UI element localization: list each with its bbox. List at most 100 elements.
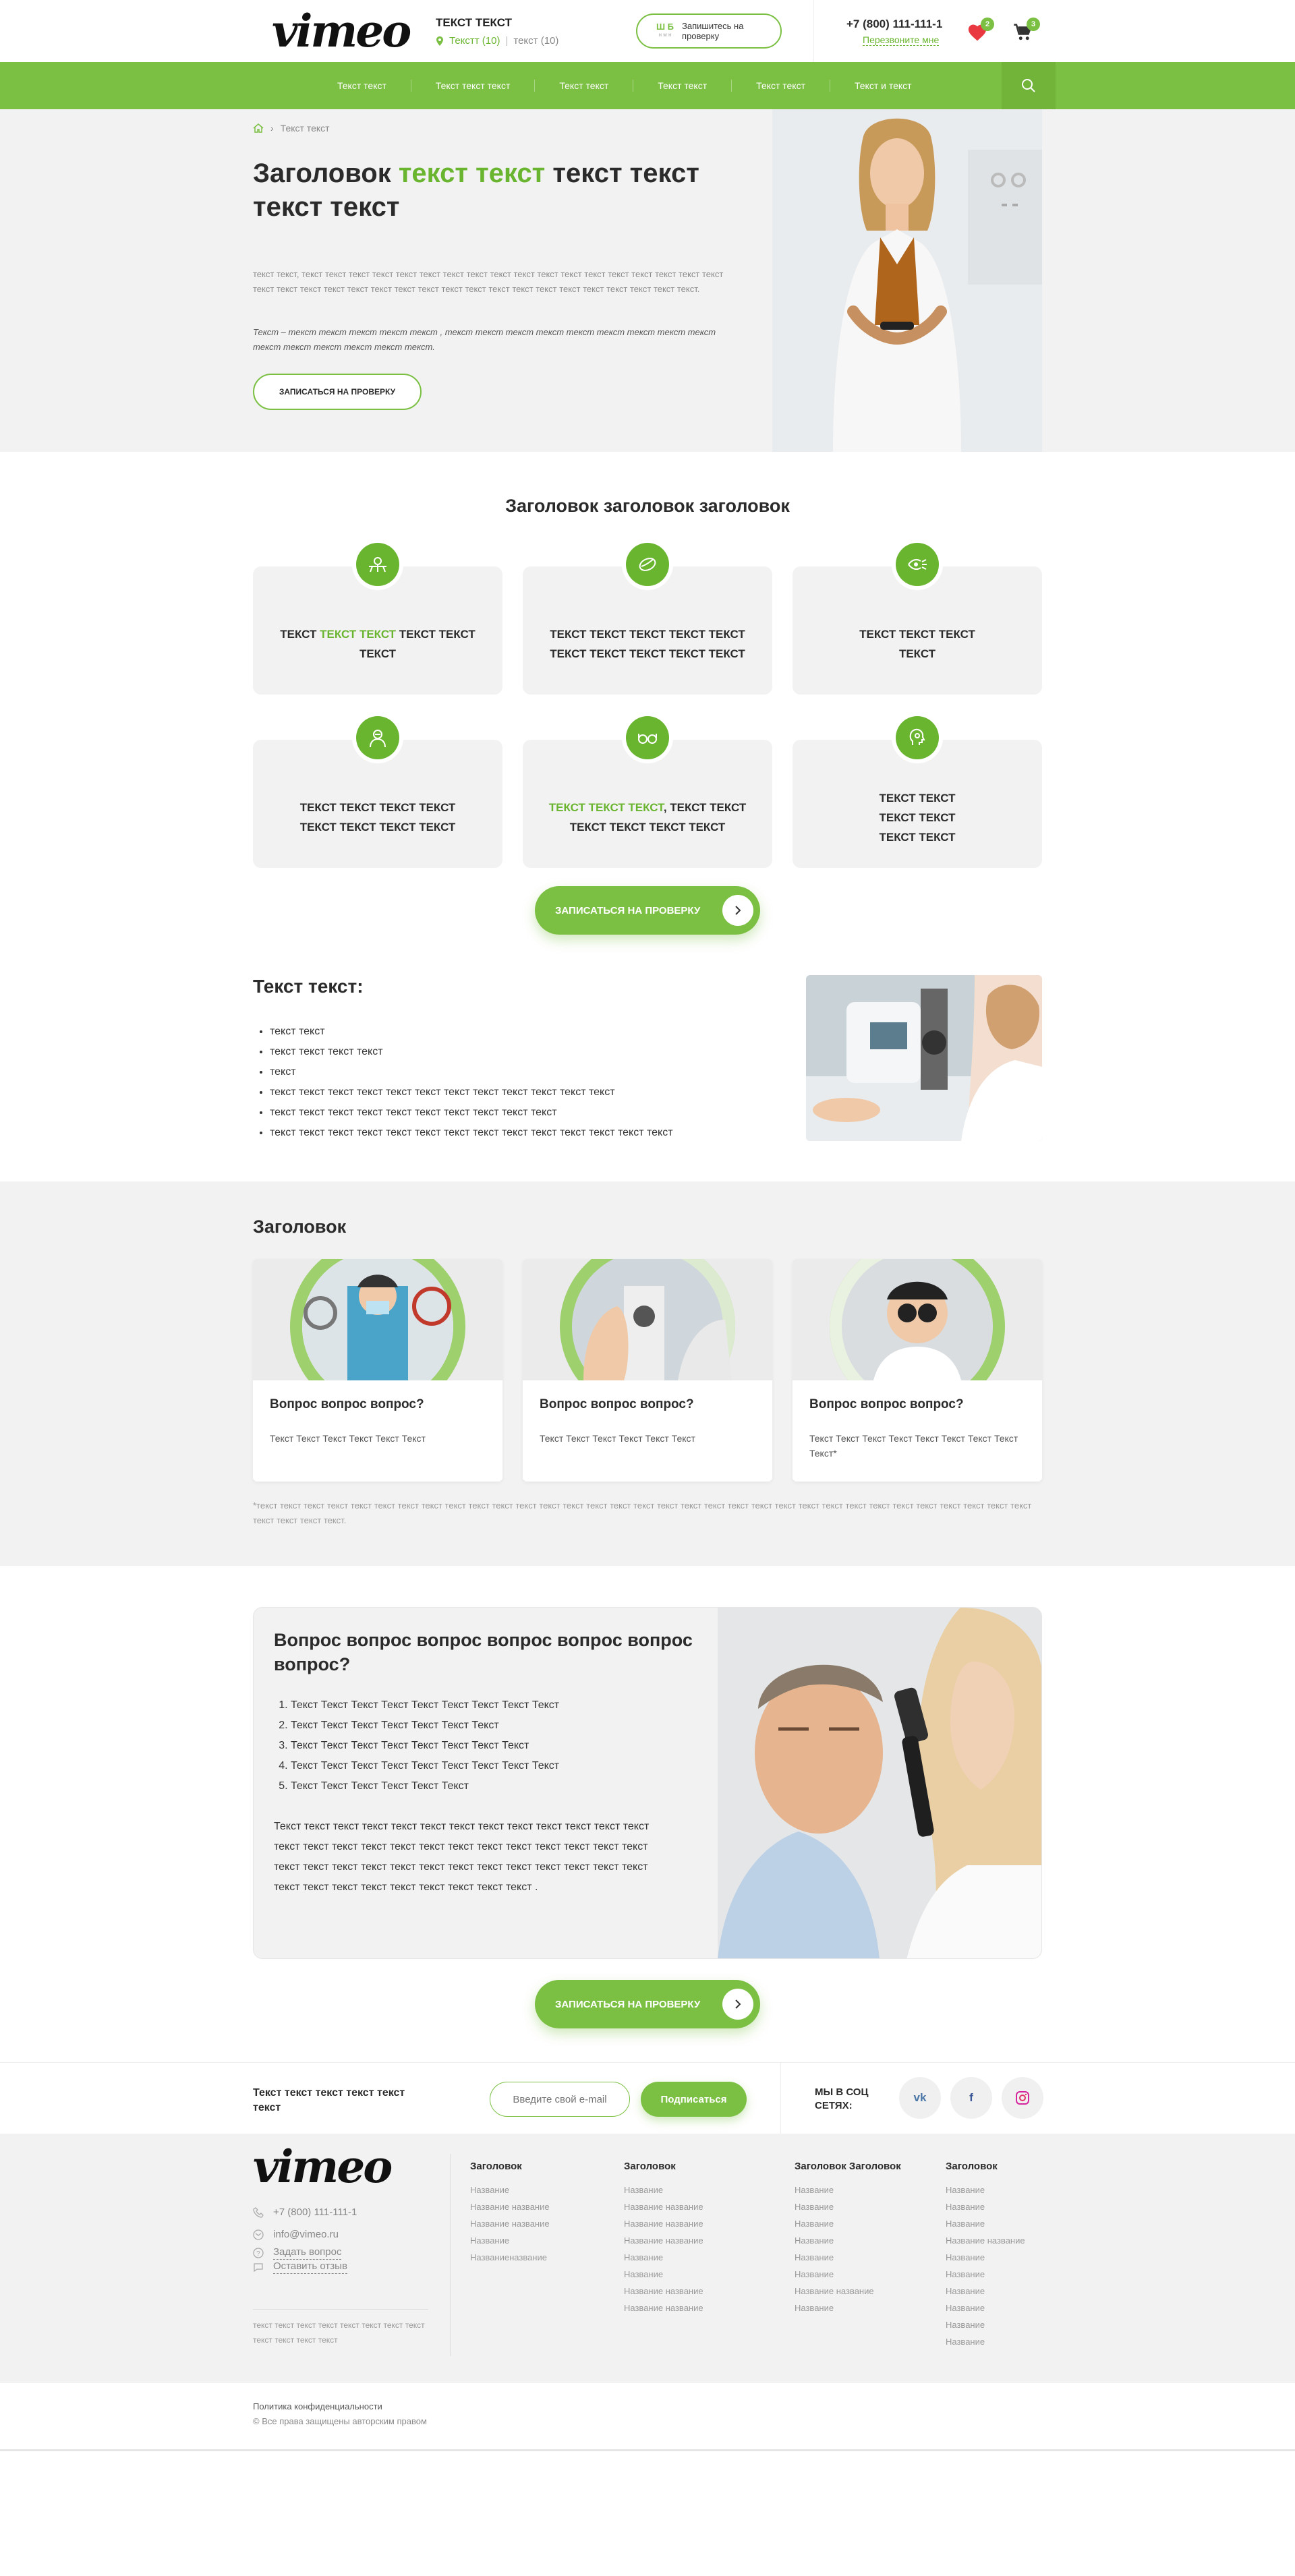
divider (813, 0, 814, 62)
footer-link[interactable]: Название название (795, 2283, 901, 2300)
book-check-button[interactable]: Ш Бн м н Запишитесь на проверку (636, 13, 782, 49)
breadcrumb-separator: › (270, 123, 274, 134)
footer-link[interactable]: Название (795, 2215, 901, 2232)
hero-book-button[interactable]: ЗАПИСАТЬСЯ НА ПРОВЕРКУ (253, 374, 422, 410)
footer-link[interactable]: Название (946, 2215, 1025, 2232)
question-card[interactable]: Вопрос вопрос вопрос? Текст Текст Текст … (253, 1259, 502, 1482)
promo-badge-icon: Ш Бн м н (656, 22, 674, 38)
footer-link[interactable]: Название (946, 2300, 1025, 2316)
questions-title: Заголовок (253, 1217, 347, 1237)
cta-label: ЗАПИСАТЬСЯ НА ПРОВЕРКУ (555, 1998, 701, 2010)
nav-item[interactable]: Текст и текст (830, 80, 936, 92)
location-selector[interactable]: Текстт (10) | текст (10) (436, 35, 558, 47)
search-icon (1022, 79, 1035, 92)
footer-column: Заголовок Название Название Название Наз… (946, 2161, 1025, 2350)
search-button[interactable] (1002, 62, 1056, 109)
nav-item[interactable]: Текст текст (732, 80, 830, 92)
footer-link[interactable]: Название (624, 2249, 703, 2266)
footer-link[interactable]: Название название (624, 2232, 703, 2249)
divider (450, 2154, 451, 2356)
footer-link[interactable]: Название (946, 2198, 1025, 2215)
email-field[interactable] (490, 2082, 630, 2117)
home-icon[interactable] (253, 123, 264, 133)
footer-link[interactable]: Название название (946, 2232, 1025, 2249)
divider (780, 2063, 781, 2134)
hero-section: › Текст текст Заголовок текст текст текс… (0, 109, 1295, 452)
faq-title: Вопрос вопрос вопрос вопрос вопрос вопро… (274, 1630, 693, 1674)
contact-lens-icon (626, 543, 669, 586)
facebook-icon[interactable]: f (950, 2077, 992, 2119)
footer-link[interactable]: Название (624, 2266, 703, 2283)
cart-count: 3 (1027, 18, 1040, 31)
footer-link[interactable]: Название (946, 2266, 1025, 2283)
footer-phone[interactable]: +7 (800) 111-111-1 (253, 2201, 357, 2223)
card-image (523, 1259, 772, 1380)
nav-item[interactable]: Текст текст текст (411, 80, 536, 92)
info-title: Текст текст: (253, 976, 364, 997)
vk-icon[interactable]: vk (899, 2077, 941, 2119)
location-current[interactable]: Текстт (10) (449, 35, 500, 47)
header-info: ТЕКСТ ТЕКСТ Текстт (10) | текст (10) (436, 16, 558, 47)
list-item: Текст Текст Текст Текст Текст Текст (291, 1776, 559, 1796)
footer-logo[interactable]: vimeo (253, 2140, 393, 2193)
book-check-cta-button-bottom[interactable]: ЗАПИСАТЬСЯ НА ПРОВЕРКУ (535, 1980, 760, 2028)
mail-icon (253, 2229, 264, 2240)
feature-icon-wrap (352, 539, 403, 590)
book-check-cta-button[interactable]: ЗАПИСАТЬСЯ НА ПРОВЕРКУ (535, 886, 760, 935)
footer-column: Заголовок Название Название название Наз… (470, 2161, 550, 2266)
location-alt[interactable]: текст (10) (513, 35, 558, 47)
nav-item[interactable]: Текст текст (313, 80, 411, 92)
footer-link[interactable]: Название (795, 2249, 901, 2266)
footer-link[interactable]: Название (795, 2266, 901, 2283)
footer-link[interactable]: Название (795, 2198, 901, 2215)
callback-link[interactable]: Перезвоните мне (863, 34, 940, 46)
footer-link[interactable]: Название название (624, 2215, 703, 2232)
privacy-link[interactable]: Политика конфиденциальности (253, 2399, 427, 2414)
footer-link[interactable]: Название название (624, 2283, 703, 2300)
footer-link[interactable]: Название (946, 2283, 1025, 2300)
instagram-icon[interactable] (1002, 2077, 1043, 2119)
breadcrumb: › Текст текст (253, 123, 330, 134)
main-nav: Текст текст Текст текст текст Текст текс… (0, 62, 1295, 109)
list-item: Текст Текст Текст Текст Текст Текст Текс… (291, 1695, 559, 1716)
feature-icon-wrap (622, 539, 673, 590)
feature-icon-wrap (622, 712, 673, 763)
list-item: текст текст текст текст текст текст текс… (270, 1082, 673, 1103)
nav-item[interactable]: Текст текст (535, 80, 634, 92)
subscribe-button[interactable]: Подписаться (641, 2082, 747, 2117)
footer-column-title: Заголовок (946, 2161, 998, 2172)
footer-link[interactable]: Название (946, 2333, 1025, 2350)
footer-link[interactable]: Название название (624, 2198, 703, 2215)
nav-item[interactable]: Текст текст (633, 80, 732, 92)
cart-button[interactable]: 3 (1013, 18, 1040, 42)
question-card[interactable]: Вопрос вопрос вопрос? Текст Текст Текст … (793, 1259, 1042, 1482)
question-card[interactable]: Вопрос вопрос вопрос? Текст Текст Текст … (523, 1259, 772, 1482)
footer-ask[interactable]: ? Задать вопрос (253, 2246, 357, 2260)
favorites-button[interactable]: 2 (967, 18, 994, 42)
footer-link[interactable]: Название название (624, 2300, 703, 2316)
footer-link[interactable]: Название (795, 2232, 901, 2249)
social-label: МЫ В СОЦ СЕТЯХ: (815, 2086, 869, 2111)
breadcrumb-current: Текст текст (280, 123, 330, 134)
footer-link[interactable]: Название (624, 2182, 703, 2198)
phone-number[interactable]: +7 (800) 111-111-1 (846, 18, 942, 31)
list-item: текст текст текст текст (270, 1042, 673, 1062)
faq-text: Текст текст текст текст текст текст текс… (274, 1821, 650, 1893)
footer-link[interactable]: Название название (470, 2198, 550, 2215)
eye-exam-photo (806, 975, 1042, 1141)
footer-link[interactable]: Название (946, 2249, 1025, 2266)
card-text: Текст Текст Текст Текст Текст Текст (270, 1433, 426, 1444)
footer-link[interactable]: Название (470, 2232, 550, 2249)
footer-link[interactable]: Название (946, 2316, 1025, 2333)
footer-link[interactable]: Название название (470, 2215, 550, 2232)
footer-link[interactable]: Название (795, 2300, 901, 2316)
logo[interactable]: vimeo (272, 9, 411, 53)
footer-link[interactable]: Название (795, 2182, 901, 2198)
footer-column: Заголовок Название Название название Наз… (624, 2161, 703, 2316)
footer-link[interactable]: Название (946, 2182, 1025, 2198)
footer-column-title: Заголовок Заголовок (795, 2161, 901, 2172)
footer-review[interactable]: Оставить отзыв (253, 2260, 357, 2274)
footer-link[interactable]: Название (470, 2182, 550, 2198)
footer-link[interactable]: Названиеназвание (470, 2249, 550, 2266)
footer-email[interactable]: info@vimeo.ru (253, 2223, 357, 2246)
